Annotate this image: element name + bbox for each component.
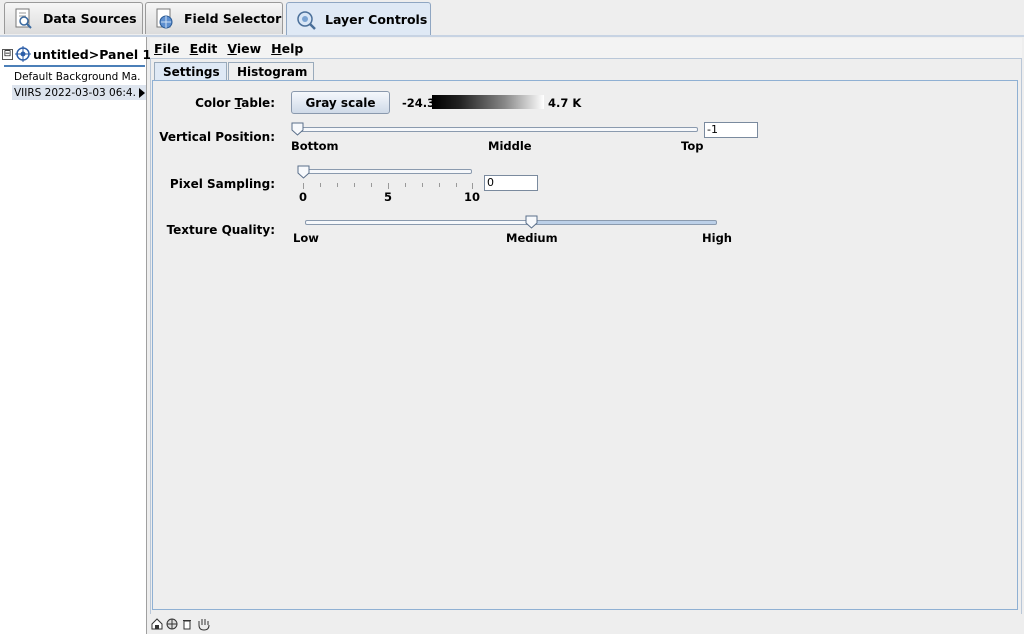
layer-item-background-map[interactable]: Default Background Ma.	[12, 69, 146, 84]
magnifier-layers-icon	[295, 9, 317, 31]
vertical-position-field[interactable]: -1	[704, 122, 758, 138]
tick-bottom: Bottom	[291, 139, 339, 153]
menu-file[interactable]: File	[154, 41, 180, 56]
vertical-position-label: Vertical Position:	[159, 130, 275, 144]
projection-icon[interactable]	[166, 618, 178, 630]
menu-view[interactable]: View	[227, 41, 261, 56]
tick-top: Top	[681, 139, 704, 153]
top-tab-bar: Data Sources Field Selector Layer Contro…	[0, 0, 1024, 36]
settings-panel	[152, 80, 1018, 610]
menu-help[interactable]: Help	[271, 41, 303, 56]
layer-tree-panel	[0, 37, 147, 634]
home-globe-icon[interactable]	[151, 618, 163, 630]
color-gradient-bar	[432, 95, 544, 109]
color-table-label: Color Table:	[195, 96, 275, 110]
tick-10: 10	[464, 190, 481, 204]
tick-0: 0	[299, 190, 308, 204]
pixel-sampling-field[interactable]: 0	[484, 175, 538, 191]
tab-data-sources[interactable]: Data Sources	[4, 2, 143, 34]
layer-item-viirs[interactable]: VIIRS 2022-03-03 06:4.	[12, 85, 146, 100]
menu-edit[interactable]: Edit	[190, 41, 218, 56]
tick-5: 5	[384, 190, 393, 204]
tab-baseline	[0, 35, 1024, 37]
menubar: File Edit View Help	[150, 38, 1022, 58]
tick-medium: Medium	[506, 231, 558, 245]
status-bar	[150, 614, 1024, 634]
vertical-position-thumb[interactable]	[291, 122, 304, 136]
tick-low: Low	[293, 231, 319, 245]
tick-high: High	[702, 231, 732, 245]
tab-label: Data Sources	[43, 11, 137, 26]
tab-histogram[interactable]: Histogram	[228, 62, 314, 80]
button-label: Gray scale	[305, 95, 376, 110]
layer-label: VIIRS 2022-03-03 06:4.	[14, 86, 136, 99]
tab-layer-controls[interactable]: Layer Controls	[286, 2, 431, 36]
tab-settings[interactable]: Settings	[154, 62, 227, 80]
document-search-icon	[13, 8, 35, 30]
tab-label: Field Selector	[184, 11, 282, 26]
hand-icon[interactable]	[196, 617, 212, 631]
color-range-max: 4.7 K	[548, 96, 582, 110]
color-range-min: -24.3	[402, 96, 436, 110]
tab-label: Layer Controls	[325, 12, 428, 27]
texture-quality-track-left[interactable]	[305, 220, 532, 225]
pixel-sampling-label: Pixel Sampling:	[169, 177, 275, 191]
globe-document-icon	[154, 8, 176, 30]
texture-quality-label: Texture Quality:	[166, 223, 275, 237]
vertical-position-track[interactable]	[297, 127, 698, 132]
tree-root-label: untitled>Panel 1	[33, 46, 152, 62]
texture-quality-thumb[interactable]	[525, 215, 538, 229]
tab-label: Settings	[163, 64, 220, 79]
tick-middle: Middle	[488, 139, 532, 153]
trash-icon[interactable]	[181, 618, 193, 630]
color-table-button[interactable]: Gray scale	[291, 91, 390, 114]
pixel-sampling-thumb[interactable]	[297, 165, 310, 179]
tab-label: Histogram	[237, 64, 308, 79]
tree-root-node[interactable]: ⊟ untitled>Panel 1	[2, 44, 151, 64]
pixel-sampling-track[interactable]	[303, 169, 472, 174]
collapse-toggle-icon[interactable]: ⊟	[2, 48, 13, 60]
tree-selection-underline	[4, 65, 145, 67]
crosshair-globe-icon	[15, 46, 31, 62]
tab-field-selector[interactable]: Field Selector	[145, 2, 283, 34]
layer-label: Default Background Ma.	[14, 70, 141, 83]
texture-quality-track-right[interactable]	[532, 220, 717, 225]
